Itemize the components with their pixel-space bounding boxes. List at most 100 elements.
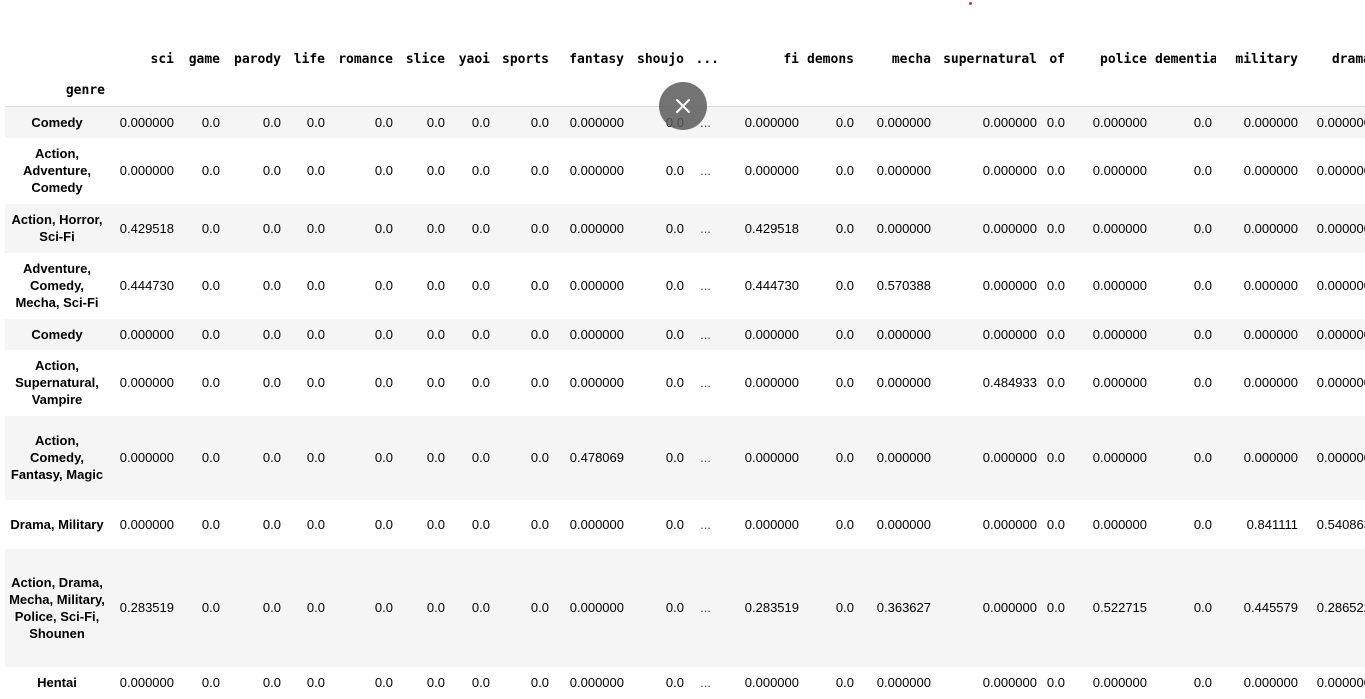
column-header: dementia xyxy=(1155,51,1216,67)
table-cell: 0.0 xyxy=(835,674,854,690)
table-cell: 0.0 xyxy=(1193,278,1212,293)
ellipsis-cell: ... xyxy=(700,600,711,615)
table-cell: 0.0 xyxy=(835,600,854,615)
column-header: sci xyxy=(150,51,174,67)
column-header: police xyxy=(1100,51,1147,67)
index-name: genre xyxy=(5,74,109,107)
table-cell: 0.0 xyxy=(1193,674,1212,690)
row-index-label: Hentai xyxy=(37,674,77,690)
table-cell: 0.283519 xyxy=(744,600,799,615)
column-header: military xyxy=(1235,51,1298,67)
table-cell: 0.0 xyxy=(835,114,854,130)
table-cell: 0.570388 xyxy=(876,278,931,293)
row-index-label: Comedy xyxy=(31,114,83,130)
table-cell: 0.000000 xyxy=(1092,516,1147,532)
table-cell: 0.000000 xyxy=(569,674,624,690)
close-button[interactable] xyxy=(659,82,707,130)
ellipsis-cell: ... xyxy=(700,516,711,532)
ellipsis-cell: ... xyxy=(700,163,711,178)
table-row: Action, Comedy, Fantasy, Magic 0.000000 0.… xyxy=(5,415,1365,500)
table-cell: 0.000000 xyxy=(876,516,931,532)
table-cell: 0.000000 xyxy=(569,114,624,130)
ellipsis-cell: ... xyxy=(700,326,711,342)
table-cell: 0.000000 xyxy=(876,674,931,690)
table-cell: 0.0 xyxy=(374,220,393,236)
table-cell: 0.0 xyxy=(1046,674,1065,690)
table-cell: 0.0 xyxy=(1046,450,1065,465)
table-cell: 0.0 xyxy=(1046,163,1065,178)
table-row: Adventure, Comedy, Mecha, Sci-Fi 0.444730… xyxy=(5,252,1365,319)
table-cell: 0.0 xyxy=(262,220,281,236)
table-cell: 0.0 xyxy=(374,674,393,690)
table-cell: 0.000000 xyxy=(876,114,931,130)
table-cell: 0.0 xyxy=(201,600,220,615)
table-cell: 0.0 xyxy=(665,450,684,465)
table-cell: 0.0 xyxy=(1193,163,1212,178)
table-cell: 0.000000 xyxy=(1316,114,1365,130)
table-cell: 0.0 xyxy=(374,600,393,615)
table-cell: 0.000000 xyxy=(982,278,1037,293)
row-index-label: Action, Comedy, Fantasy, Magic xyxy=(10,433,104,482)
table-cell: 0.0 xyxy=(471,220,490,236)
table-cell: 0.0 xyxy=(530,375,549,390)
table-row: Drama, Military 0.000000 0.0 0.0 0.0 0.0 0.0 0.… xyxy=(5,499,1365,549)
table-cell: 0.000000 xyxy=(569,220,624,236)
table-cell: 0.000000 xyxy=(982,450,1037,465)
table-cell: 0.429518 xyxy=(119,220,174,236)
table-cell: 0.0 xyxy=(1046,375,1065,390)
table-cell: 0.000000 xyxy=(744,326,799,342)
table-row: Action, Drama, Mecha, Military, Police, … xyxy=(5,548,1365,667)
row-index-label: Action, Adventure, Comedy xyxy=(23,146,91,195)
row-index-label: Drama, Military xyxy=(10,516,104,532)
table-cell: 0.0 xyxy=(835,163,854,178)
column-header-row: sci game parody life romance slice yaoi sports f… xyxy=(5,44,1365,74)
table-cell: 0.0 xyxy=(530,674,549,690)
column-header: demons xyxy=(807,51,854,67)
table-cell: 0.000000 xyxy=(982,326,1037,342)
row-index-label: Comedy xyxy=(31,326,83,342)
table-row: Action, Horror, Sci-Fi 0.429518 0.0 0.0 0.0 0… xyxy=(5,203,1365,253)
table-cell: 0.000000 xyxy=(569,278,624,293)
column-header: slice xyxy=(405,51,445,67)
table-cell: 0.000000 xyxy=(1092,450,1147,465)
table-cell: 0.000000 xyxy=(119,450,174,465)
table-cell: 0.0 xyxy=(262,278,281,293)
table-cell: 0.0 xyxy=(665,163,684,178)
table-cell: 0.0 xyxy=(835,450,854,465)
table-cell: 0.0 xyxy=(1046,114,1065,130)
table-cell: 0.283519 xyxy=(119,600,174,615)
table-cell: 0.0 xyxy=(306,220,325,236)
table-cell: 0.0 xyxy=(201,278,220,293)
table-cell: 0.0 xyxy=(471,163,490,178)
table-cell: 0.000000 xyxy=(1316,220,1365,236)
column-header: yaoi xyxy=(458,51,490,67)
table-cell: 0.000000 xyxy=(982,163,1037,178)
column-header: of xyxy=(1049,51,1065,67)
table-cell: 0.0 xyxy=(426,516,445,532)
table-cell: 0.0 xyxy=(471,326,490,342)
table-cell: 0.0 xyxy=(835,326,854,342)
table-cell: 0.0 xyxy=(426,674,445,690)
table-cell: 0.0 xyxy=(471,600,490,615)
table-cell: 0.0 xyxy=(530,163,549,178)
row-index-label: Adventure, Comedy, Mecha, Sci-Fi xyxy=(15,261,99,310)
table-cell: 0.0 xyxy=(471,674,490,690)
table-cell: 0.0 xyxy=(201,516,220,532)
table-cell: 0.478069 xyxy=(569,450,624,465)
table-cell: 0.0 xyxy=(306,600,325,615)
table-cell: 0.0 xyxy=(1046,600,1065,615)
table-cell: 0.0 xyxy=(262,674,281,690)
table-cell: 0.0 xyxy=(262,516,281,532)
table-cell: 0.000000 xyxy=(1092,674,1147,690)
table-cell: 0.0 xyxy=(306,278,325,293)
table-cell: 0.0 xyxy=(665,516,684,532)
table-cell: 0.0 xyxy=(665,220,684,236)
table-cell: 0.0 xyxy=(426,600,445,615)
table-cell: 0.0 xyxy=(835,516,854,532)
table-cell: 0.000000 xyxy=(982,674,1037,690)
table-cell: 0.000000 xyxy=(876,220,931,236)
table-cell: 0.0 xyxy=(665,674,684,690)
table-cell: 0.0 xyxy=(1193,516,1212,532)
table-cell: 0.444730 xyxy=(744,278,799,293)
table-cell: 0.000000 xyxy=(744,516,799,532)
